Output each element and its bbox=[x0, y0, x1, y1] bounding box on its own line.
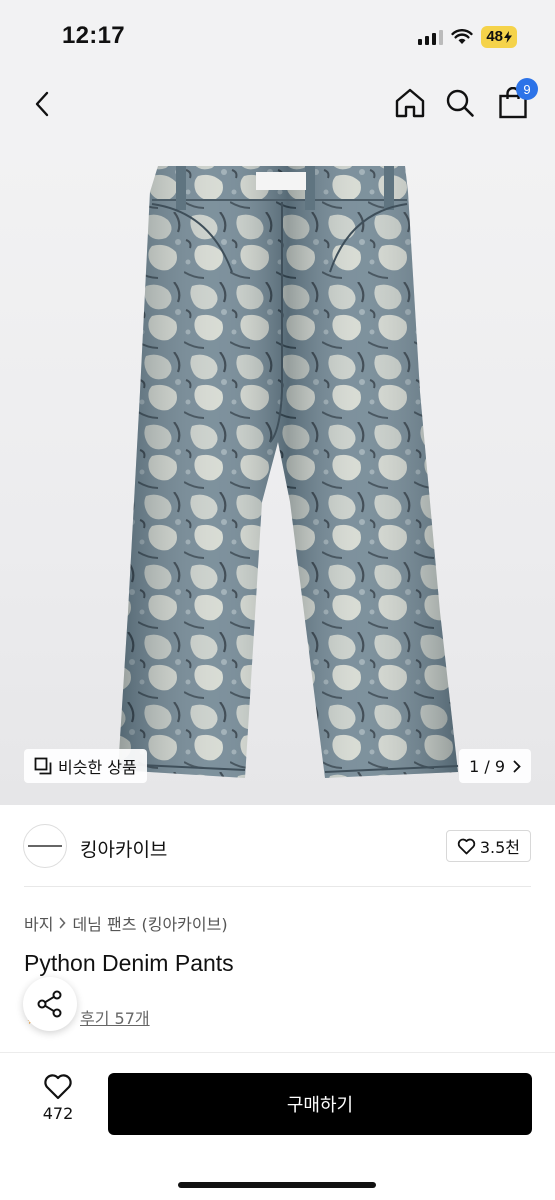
heart-icon bbox=[44, 1074, 72, 1100]
shop-logo-mark bbox=[28, 845, 62, 847]
back-button[interactable] bbox=[24, 86, 60, 122]
shop-like-count: 3.5천 bbox=[479, 838, 520, 857]
search-button[interactable] bbox=[441, 84, 479, 122]
breadcrumb: 바지 데님 팬츠 (킹아카이브) bbox=[24, 911, 228, 935]
status-time: 12:17 bbox=[62, 22, 125, 49]
shop-name[interactable]: 킹아카이브 bbox=[80, 835, 167, 862]
cart-button[interactable]: 9 bbox=[494, 78, 538, 122]
heart-icon bbox=[457, 838, 476, 854]
cart-count-badge: 9 bbox=[516, 78, 538, 100]
share-button[interactable] bbox=[23, 977, 77, 1031]
battery-level: 48 bbox=[486, 28, 503, 45]
signal-icon bbox=[418, 29, 444, 45]
shop-logo[interactable] bbox=[23, 824, 67, 868]
share-icon bbox=[37, 990, 62, 1018]
shop-row: 킹아카이브 3.5천 bbox=[0, 805, 555, 887]
image-counter-button[interactable]: 1 / 9 bbox=[459, 749, 531, 783]
breadcrumb-category[interactable]: 바지 bbox=[24, 911, 53, 935]
wifi-icon bbox=[451, 29, 473, 44]
reviews-link[interactable]: 후기 57개 bbox=[80, 1005, 150, 1029]
similar-products-button[interactable]: 비슷한 상품 bbox=[24, 749, 147, 783]
wishlist-count: 472 bbox=[42, 1104, 74, 1123]
buy-button[interactable]: 구매하기 bbox=[108, 1073, 532, 1135]
product-image-gallery[interactable]: 비슷한 상품 1 / 9 bbox=[0, 142, 555, 805]
top-nav: 9 bbox=[0, 72, 555, 142]
chevron-right-icon bbox=[60, 917, 67, 929]
status-bar: 12:17 48 bbox=[0, 0, 555, 72]
similar-products-label: 비슷한 상품 bbox=[58, 758, 137, 777]
home-button[interactable] bbox=[391, 84, 429, 122]
search-icon bbox=[446, 89, 474, 117]
status-icons: 48 bbox=[418, 26, 517, 48]
bottom-action-bar: 472 구매하기 bbox=[0, 1052, 555, 1200]
image-counter: 1 / 9 bbox=[469, 756, 505, 776]
charging-bolt-icon bbox=[504, 31, 512, 43]
wishlist-button[interactable]: 472 bbox=[22, 1073, 94, 1135]
product-image bbox=[117, 166, 459, 778]
home-icon bbox=[395, 88, 425, 118]
battery-icon: 48 bbox=[481, 26, 517, 48]
shop-like-button[interactable]: 3.5천 bbox=[445, 830, 531, 862]
chevron-right-icon bbox=[513, 760, 521, 772]
breadcrumb-subcategory[interactable]: 데님 팬츠 (킹아카이브) bbox=[72, 911, 227, 935]
divider bbox=[24, 886, 531, 887]
similar-items-icon bbox=[34, 757, 52, 775]
back-icon bbox=[35, 91, 49, 117]
product-title: Python Denim Pants bbox=[24, 950, 234, 976]
home-indicator bbox=[178, 1182, 376, 1188]
